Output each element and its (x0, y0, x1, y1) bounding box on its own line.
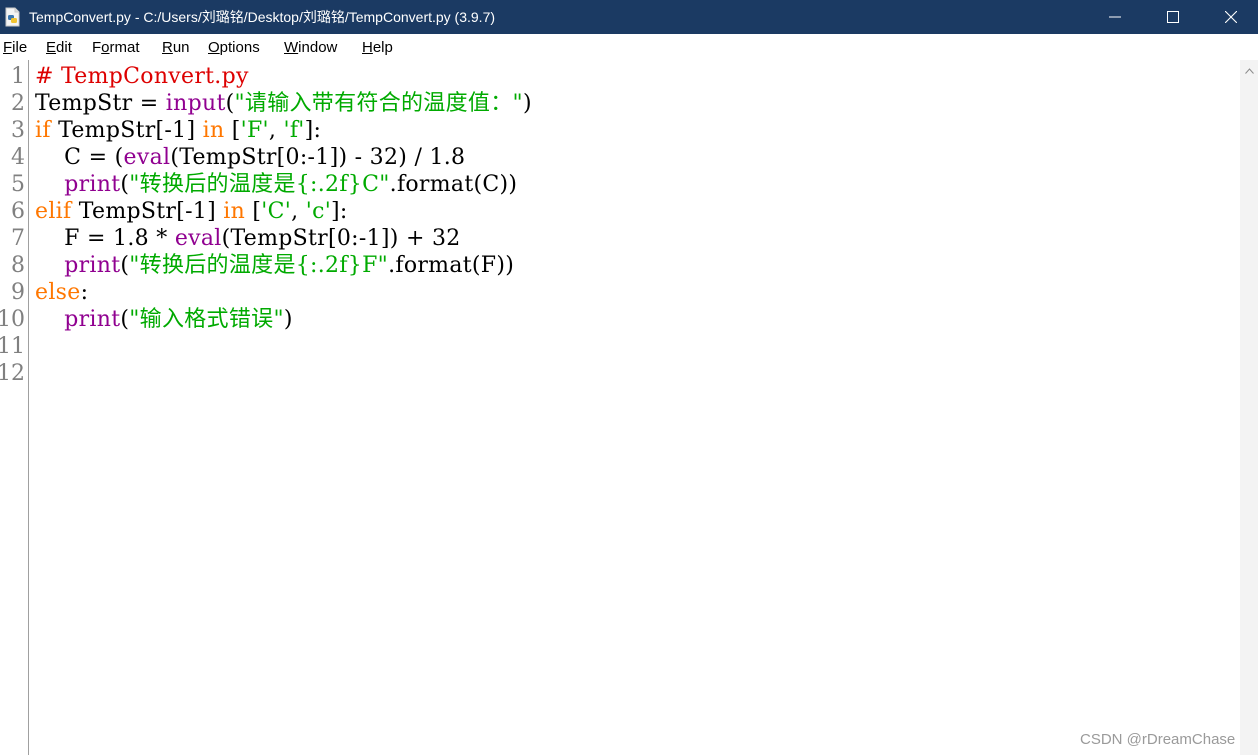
close-button[interactable] (1202, 0, 1258, 34)
menu-window[interactable]: Window (284, 39, 337, 56)
code-token-plain: (TempStr[0:-1]) + 32 (221, 226, 461, 251)
code-token-builtin: eval (123, 145, 171, 170)
code-token-plain: C = ( (35, 145, 124, 170)
code-token-string: "输入格式错误" (129, 307, 284, 332)
vertical-scrollbar[interactable] (1240, 60, 1258, 755)
maximize-icon (1167, 11, 1179, 23)
maximize-button[interactable] (1144, 0, 1202, 34)
close-icon (1225, 11, 1237, 23)
code-token-plain: F = 1.8 * (35, 226, 175, 251)
python-file-icon[interactable] (4, 7, 22, 27)
line-number: 3 (11, 118, 25, 143)
code-token-string: 'c' (305, 199, 332, 224)
code-token-plain: ( (120, 307, 130, 332)
code-token-string: "转换后的温度是{:.2f}F" (129, 253, 389, 278)
code-token-keyword: else (35, 280, 81, 305)
code-token-string: 'C' (261, 199, 292, 224)
code-token-builtin: print (64, 172, 121, 197)
code-token-builtin: eval (174, 226, 222, 251)
code-line: else: (35, 279, 88, 306)
code-token-builtin: input (165, 91, 226, 116)
line-number: 8 (11, 253, 25, 278)
code-token-keyword: elif (35, 199, 72, 224)
watermark: CSDN @rDreamChase (1080, 731, 1236, 748)
code-token-string: 'F' (240, 118, 269, 143)
line-number: 2 (11, 91, 25, 116)
menu-run[interactable]: Run (162, 39, 190, 56)
code-line: print("输入格式错误") (35, 306, 293, 333)
minimize-button[interactable] (1086, 0, 1144, 34)
code-editor[interactable]: 1 2 3 4 5 6 7 8 9 10 11 12 # TempConvert.py TempStr … (0, 60, 1258, 755)
code-token-plain: , (291, 199, 306, 224)
code-token-plain: TempStr[-1] (50, 118, 203, 143)
menu-bar: File Edit Format Run Options Window Help (0, 34, 1258, 60)
code-token-plain: .format(C)) (389, 172, 518, 197)
line-number-gutter: 1 2 3 4 5 6 7 8 9 10 11 12 (0, 60, 29, 755)
menu-help[interactable]: Help (362, 39, 393, 56)
code-token-plain: TempStr = (35, 91, 166, 116)
code-token-plain: ) (522, 91, 532, 116)
menu-file[interactable]: File (3, 39, 27, 56)
line-number: 7 (11, 226, 25, 251)
code-token-builtin: print (64, 253, 121, 278)
line-number: 5 (11, 172, 25, 197)
line-number: 1 (11, 64, 25, 89)
code-line: C = (eval(TempStr[0:-1]) - 32) / 1.8 (35, 144, 465, 171)
code-token-keyword: in (223, 199, 246, 224)
code-token-plain: .format(F)) (388, 253, 515, 278)
code-line: elif TempStr[-1] in ['C', 'c']: (35, 198, 348, 225)
minimize-icon (1109, 16, 1121, 18)
code-token-plain: , (268, 118, 284, 143)
line-number: 9 (11, 280, 25, 305)
scroll-up-arrow-icon[interactable] (1245, 68, 1254, 74)
code-line: F = 1.8 * eval(TempStr[0:-1]) + 32 (35, 225, 461, 252)
line-number: 6 (11, 199, 25, 224)
code-line: print("转换后的温度是{:.2f}C".format(C)) (35, 171, 517, 198)
code-token-plain: : (80, 280, 89, 305)
menu-format[interactable]: Format (92, 39, 140, 56)
code-token-string: "请输入带有符合的温度值：" (234, 91, 523, 116)
menu-edit[interactable]: Edit (46, 39, 72, 56)
line-number: 10 (0, 307, 25, 332)
code-token-plain: ]: (304, 118, 322, 143)
code-token-plain: (TempStr[0:-1]) - 32) / 1.8 (170, 145, 466, 170)
code-token-plain: ]: (331, 199, 348, 224)
code-token-plain: TempStr[-1] (71, 199, 224, 224)
code-line: print("转换后的温度是{:.2f}F".format(F)) (35, 252, 514, 279)
code-line: if TempStr[-1] in ['F', 'f']: (35, 117, 321, 144)
line-number: 4 (11, 145, 25, 170)
code-token-comment: # TempConvert.py (35, 64, 249, 89)
line-number: 11 (0, 334, 25, 359)
code-token-plain: [ (224, 118, 241, 143)
code-token-plain: ( (120, 172, 130, 197)
code-token-keyword: in (202, 118, 225, 143)
code-token-plain: [ (245, 199, 262, 224)
code-token-builtin: print (64, 307, 121, 332)
code-token-string: "转换后的温度是{:.2f}C" (129, 172, 390, 197)
code-token-plain: ( (120, 253, 130, 278)
line-number: 12 (0, 361, 25, 386)
code-line: # TempConvert.py (35, 63, 249, 90)
window-title: TempConvert.py - C:/Users/刘璐铭/Desktop/刘璐… (29, 9, 496, 25)
code-token-plain: ) (283, 307, 293, 332)
menu-options[interactable]: Options (208, 39, 260, 56)
code-line: TempStr = input("请输入带有符合的温度值：") (35, 90, 532, 117)
title-bar: TempConvert.py - C:/Users/刘璐铭/Desktop/刘璐… (0, 0, 1258, 34)
code-token-string: 'f' (283, 118, 305, 143)
code-token-keyword: if (35, 118, 51, 143)
